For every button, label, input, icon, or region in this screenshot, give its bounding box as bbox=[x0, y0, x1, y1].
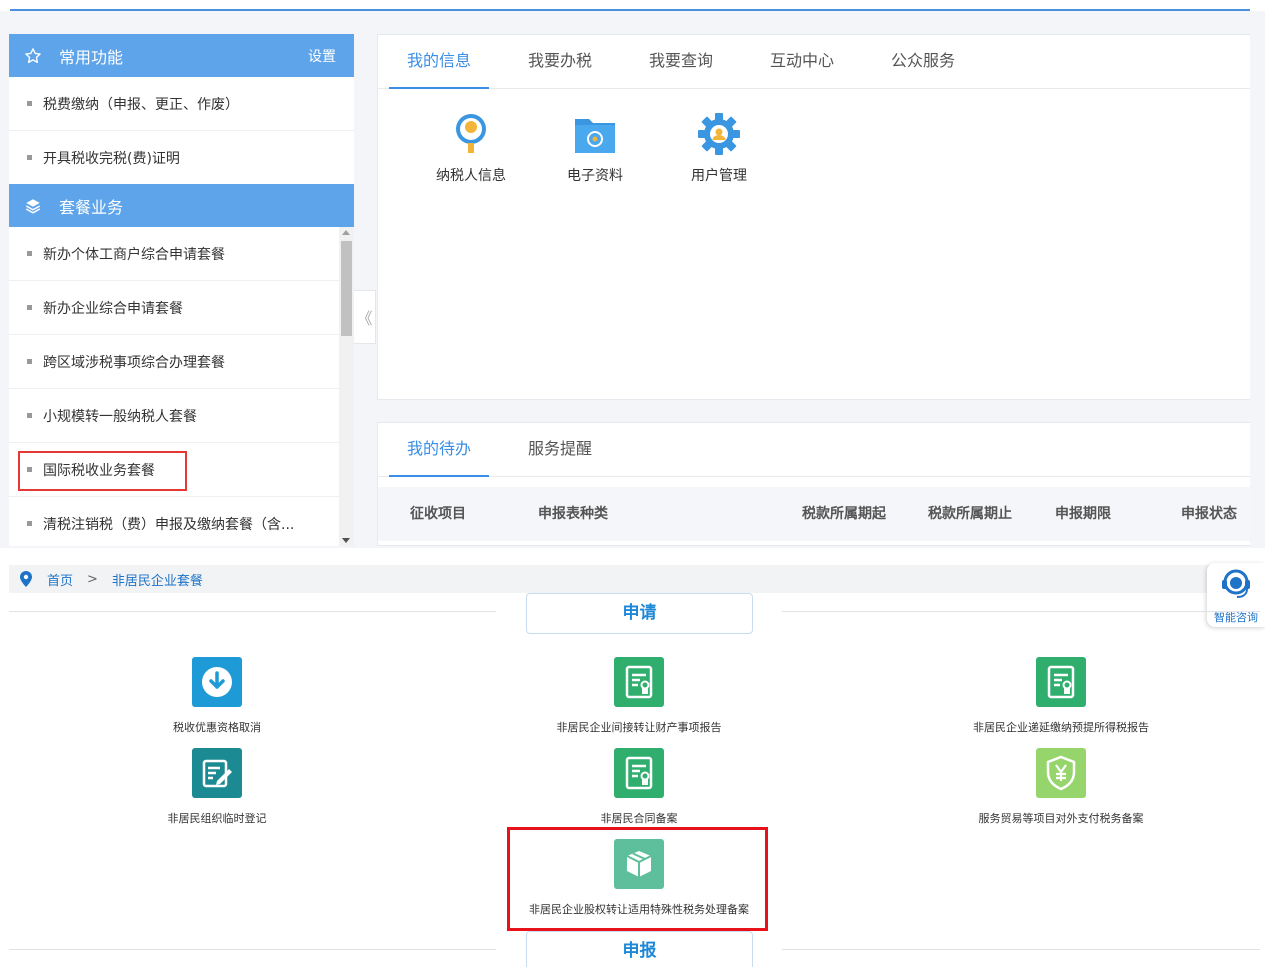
divider bbox=[782, 611, 1260, 612]
download-icon bbox=[192, 657, 242, 707]
common-functions-title: 常用功能 bbox=[59, 47, 124, 67]
service-temporary-registration[interactable]: 非居民组织临时登记 bbox=[67, 748, 367, 826]
folder-icon bbox=[572, 111, 618, 157]
tab-service-reminder[interactable]: 服务提醒 bbox=[510, 423, 610, 477]
tab-query[interactable]: 我要查询 bbox=[631, 35, 731, 89]
electronic-docs-label: 电子资料 bbox=[567, 168, 623, 184]
service-label: 非居民组织临时登记 bbox=[167, 812, 267, 825]
user-management-shortcut[interactable]: 用户管理 bbox=[664, 111, 774, 185]
sidebar-item-new-enterprise[interactable]: 新办企业综合申请套餐 bbox=[9, 281, 339, 335]
collapse-sidebar-button[interactable]: 《 bbox=[354, 290, 376, 344]
column-header: 征收项目 bbox=[410, 506, 466, 522]
taxpayer-info-icon bbox=[448, 111, 494, 157]
highlight-box-international-tax bbox=[18, 451, 187, 491]
breadcrumb-current-link[interactable]: 非居民企业套餐 bbox=[112, 570, 203, 589]
bullet bbox=[27, 155, 32, 160]
bullet bbox=[27, 359, 32, 364]
breadcrumb-home-link[interactable]: 首页 bbox=[47, 570, 73, 589]
tab-my-info[interactable]: 我的信息 bbox=[389, 35, 489, 89]
bullet bbox=[27, 521, 32, 526]
column-header: 申报表种类 bbox=[538, 506, 608, 522]
yen-shield-icon bbox=[1036, 748, 1086, 798]
breadcrumb-separator: > bbox=[87, 571, 98, 587]
my-info-panel: 我的信息 我要办税 我要查询 互动中心 公众服务 纳税人信息 电子资料 用户管理 bbox=[377, 34, 1250, 400]
column-header: 申报状态 bbox=[1181, 506, 1237, 522]
service-deferred-payment-report[interactable]: 非居民企业递延缴纳预提所得税报告 bbox=[911, 657, 1211, 735]
taxpayer-info-shortcut[interactable]: 纳税人信息 bbox=[416, 111, 526, 185]
service-label: 非居民企业间接转让财产事项报告 bbox=[556, 721, 722, 734]
layers-icon bbox=[23, 196, 43, 216]
report-icon bbox=[614, 748, 664, 798]
service-label: 税收优惠资格取消 bbox=[173, 721, 261, 734]
tab-public-service[interactable]: 公众服务 bbox=[873, 35, 973, 89]
main-tabs: 我的信息 我要办税 我要查询 互动中心 公众服务 bbox=[378, 35, 1250, 89]
tab-interaction[interactable]: 互动中心 bbox=[752, 35, 852, 89]
column-header: 申报期限 bbox=[1055, 506, 1111, 522]
taxpayer-info-label: 纳税人信息 bbox=[436, 168, 506, 184]
sidebar-item-tax-certificate[interactable]: 开具税收完税(费)证明 bbox=[9, 131, 354, 185]
todo-tabs: 我的待办 服务提醒 bbox=[378, 423, 1250, 477]
column-header: 税款所属期止 bbox=[928, 506, 1012, 522]
star-icon bbox=[23, 46, 43, 66]
sidebar-item-label: 新办企业综合申请套餐 bbox=[43, 300, 183, 317]
divider bbox=[782, 949, 1260, 950]
electronic-docs-shortcut[interactable]: 电子资料 bbox=[540, 111, 650, 185]
sidebar-item-deregistration[interactable]: 清税注销税（费）申报及缴纳套餐（含... bbox=[9, 497, 339, 546]
todo-table-header: 征收项目 申报表种类 税款所属期起 税款所属期止 申报期限 申报状态 bbox=[378, 487, 1250, 541]
service-label: 非居民合同备案 bbox=[600, 812, 678, 825]
tab-tax-handling[interactable]: 我要办税 bbox=[510, 35, 610, 89]
service-tax-preference-cancel[interactable]: 税收优惠资格取消 bbox=[67, 657, 367, 735]
sidebar-item-label: 清税注销税（费）申报及缴纳套餐（含... bbox=[43, 516, 295, 533]
gear-icon bbox=[696, 111, 742, 157]
package-business-header[interactable]: 套餐业务 bbox=[9, 184, 354, 227]
column-header: 税款所属期起 bbox=[802, 506, 886, 522]
smart-consult-button[interactable]: 智能咨询 bbox=[1207, 563, 1265, 627]
bullet bbox=[27, 305, 32, 310]
tab-my-todo[interactable]: 我的待办 bbox=[389, 423, 489, 477]
sidebar-item-label: 小规模转一般纳税人套餐 bbox=[43, 408, 197, 425]
service-contract-filing[interactable]: 非居民合同备案 bbox=[489, 748, 789, 826]
divider bbox=[9, 949, 496, 950]
service-indirect-transfer-report[interactable]: 非居民企业间接转让财产事项报告 bbox=[489, 657, 789, 735]
package-business-title: 套餐业务 bbox=[59, 197, 124, 217]
sidebar-item-label: 税费缴纳（申报、更正、作废） bbox=[43, 96, 239, 113]
sidebar-item-label: 新办个体工商户综合申请套餐 bbox=[43, 246, 225, 263]
divider bbox=[9, 611, 496, 612]
apply-section-button[interactable]: 申请 bbox=[526, 593, 753, 634]
breadcrumb: 首页 > 非居民企业套餐 bbox=[9, 565, 1259, 593]
sidebar-item-small-to-general[interactable]: 小规模转一般纳税人套餐 bbox=[9, 389, 339, 443]
double-chevron-left-icon: 《 bbox=[356, 309, 373, 328]
sidebar-item-tax-payment[interactable]: 税费缴纳（申报、更正、作废） bbox=[9, 77, 354, 131]
report-icon bbox=[614, 657, 664, 707]
common-functions-header: 常用功能 设置 bbox=[9, 34, 354, 77]
sidebar-item-label: 跨区域涉税事项综合办理套餐 bbox=[43, 354, 225, 371]
scroll-down-arrow-icon[interactable] bbox=[342, 538, 350, 543]
highlight-box-equity-transfer bbox=[507, 827, 768, 931]
service-label: 服务贸易等项目对外支付税务备案 bbox=[978, 812, 1144, 825]
headset-icon bbox=[1222, 569, 1250, 598]
sidebar-item-individual-business[interactable]: 新办个体工商户综合申请套餐 bbox=[9, 227, 339, 281]
declare-section-button[interactable]: 申报 bbox=[526, 931, 753, 967]
report-icon bbox=[1036, 657, 1086, 707]
bullet bbox=[27, 413, 32, 418]
user-management-label: 用户管理 bbox=[691, 168, 747, 184]
edit-icon bbox=[192, 748, 242, 798]
todo-panel: 我的待办 服务提醒 征收项目 申报表种类 税款所属期起 税款所属期止 申报期限 … bbox=[377, 422, 1250, 546]
service-outbound-payment-filing[interactable]: 服务贸易等项目对外支付税务备案 bbox=[911, 748, 1211, 826]
service-label: 非居民企业递延缴纳预提所得税报告 bbox=[973, 721, 1149, 734]
scroll-up-arrow-icon[interactable] bbox=[342, 230, 350, 235]
location-pin-icon bbox=[19, 571, 33, 587]
scroll-thumb[interactable] bbox=[341, 241, 352, 336]
sidebar-item-label: 开具税收完税(费)证明 bbox=[43, 150, 180, 167]
bullet bbox=[27, 101, 32, 106]
settings-link[interactable]: 设置 bbox=[308, 46, 336, 66]
sidebar-item-cross-region[interactable]: 跨区域涉税事项综合办理套餐 bbox=[9, 335, 339, 389]
bullet bbox=[27, 251, 32, 256]
sidebar-scrollbar[interactable] bbox=[339, 227, 354, 546]
